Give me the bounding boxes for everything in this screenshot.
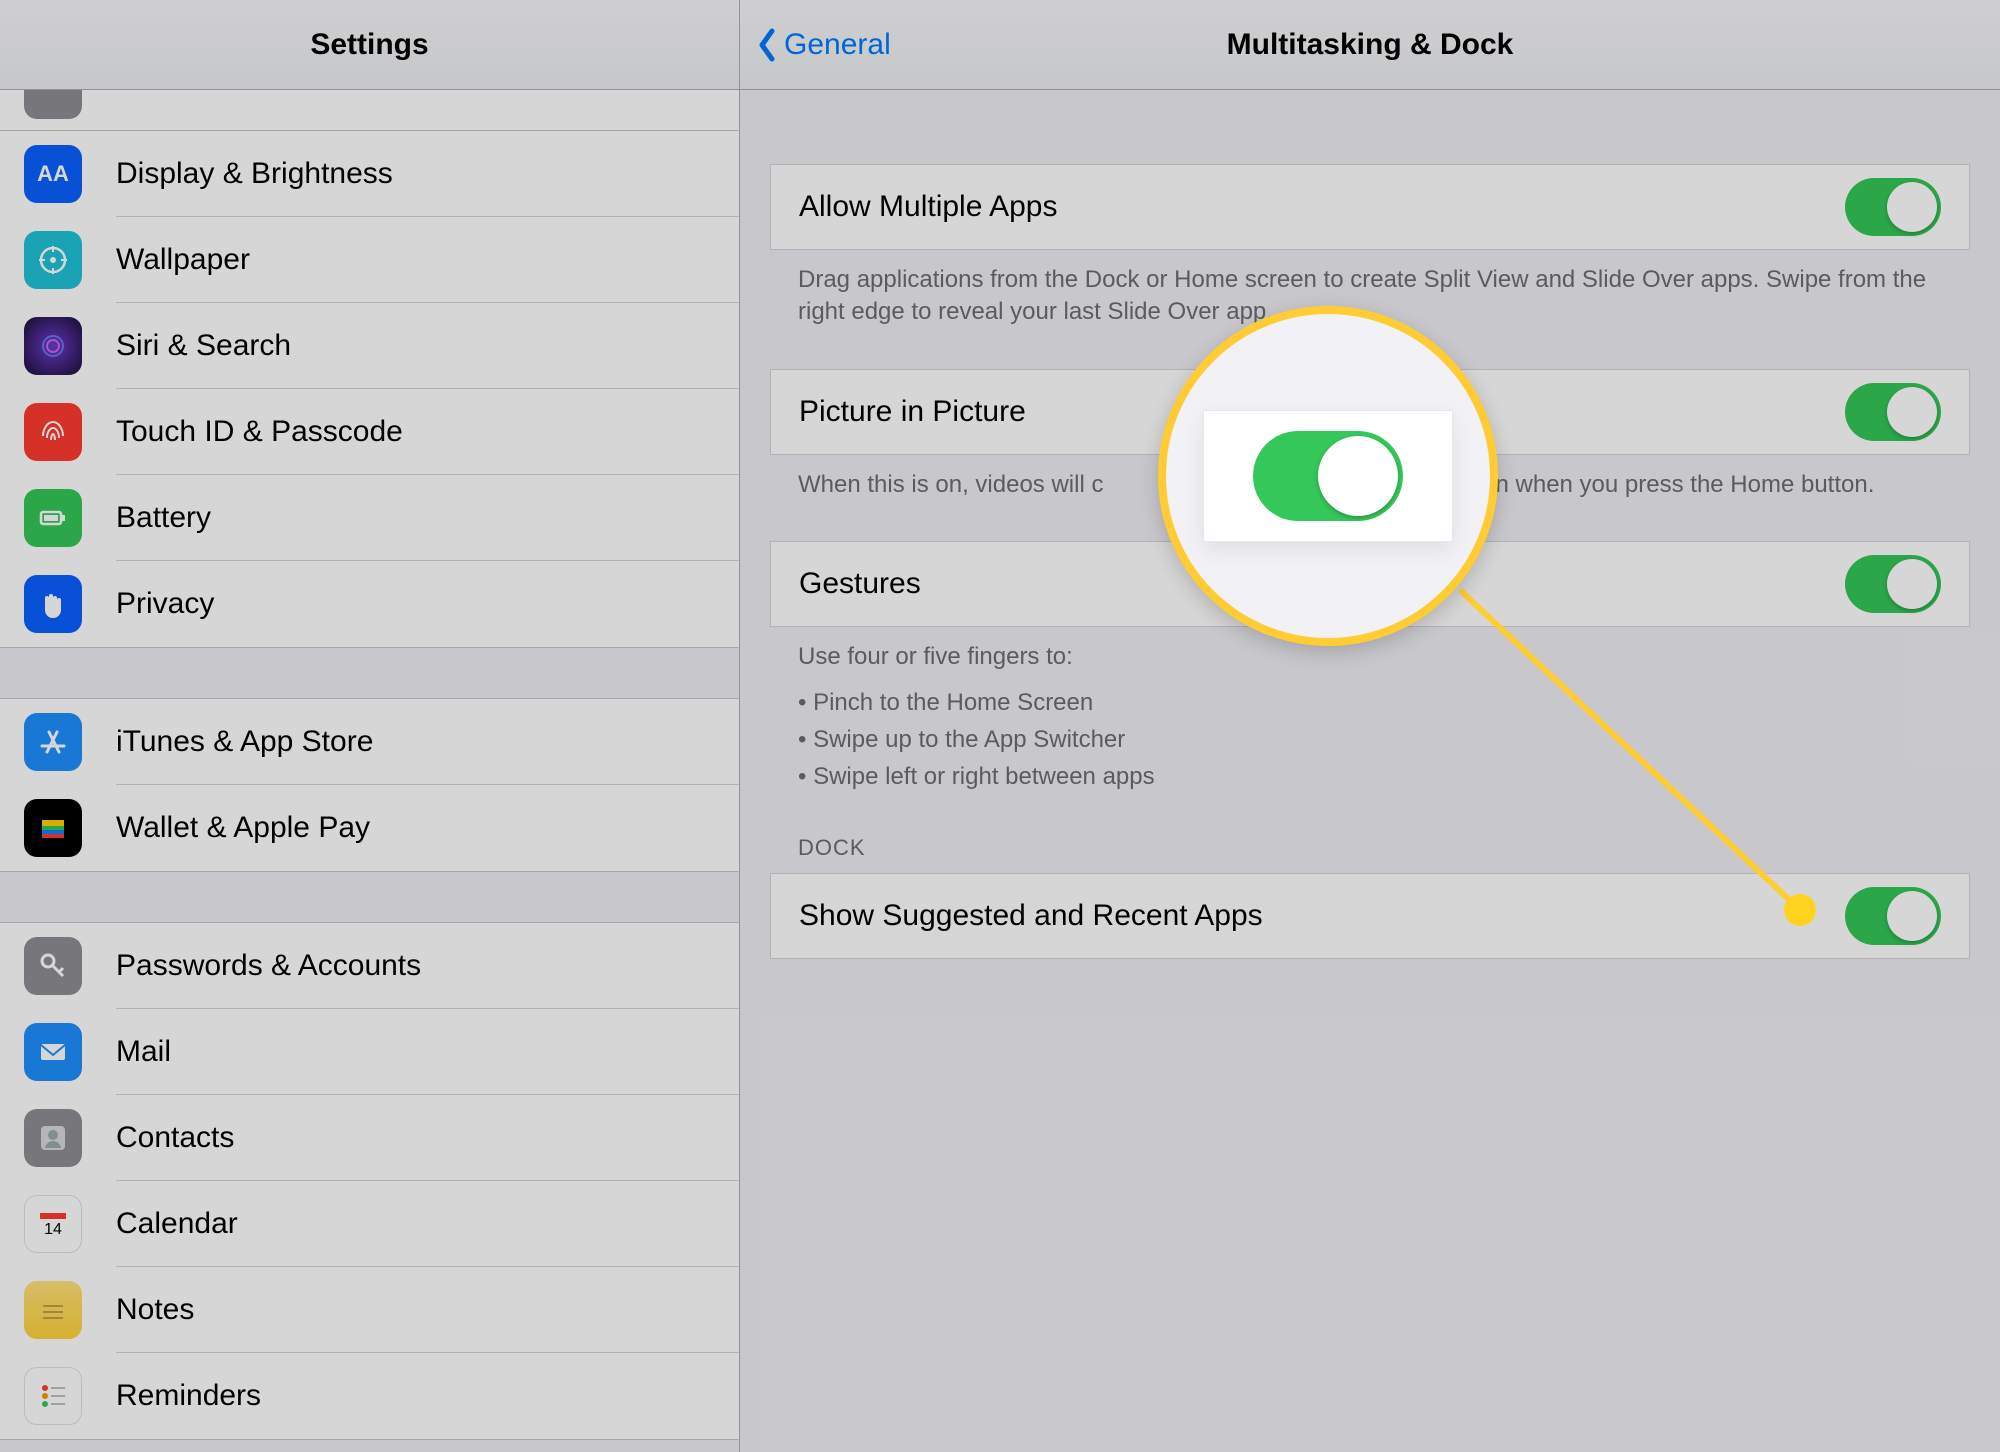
contacts-icon xyxy=(24,1109,82,1167)
svg-text:14: 14 xyxy=(44,1221,62,1238)
allow-multiple-title: Allow Multiple Apps xyxy=(799,190,1057,224)
fingerprint-icon xyxy=(24,403,82,461)
sidebar-header: Settings xyxy=(0,0,739,90)
back-label: General xyxy=(784,28,891,62)
back-button[interactable]: General xyxy=(756,0,891,89)
gestures-title: Gestures xyxy=(799,567,921,601)
sidebar-item-contacts[interactable]: Contacts xyxy=(0,1095,739,1181)
pip-toggle[interactable] xyxy=(1845,383,1941,441)
allow-multiple-group: Allow Multiple Apps xyxy=(770,164,1970,250)
sidebar-item-label: Contacts xyxy=(116,1121,234,1155)
sidebar-item-label: Mail xyxy=(116,1035,171,1069)
gestures-bullets: Pinch to the Home Screen Swipe up to the… xyxy=(770,674,1970,796)
sidebar-item-display[interactable]: AA Display & Brightness xyxy=(0,131,739,217)
sidebar-item-wallet[interactable]: Wallet & Apple Pay xyxy=(0,785,739,871)
calendar-icon: 14 xyxy=(24,1195,82,1253)
suggested-group: Show Suggested and Recent Apps xyxy=(770,873,1970,959)
sidebar-item-label: Reminders xyxy=(116,1379,261,1413)
sidebar-item-privacy[interactable]: Privacy xyxy=(0,561,739,647)
sidebar-item-label: Touch ID & Passcode xyxy=(116,415,403,449)
sidebar-item-touchid[interactable]: Touch ID & Passcode xyxy=(0,389,739,475)
gestures-bullet: Pinch to the Home Screen xyxy=(798,684,1942,721)
appstore-icon xyxy=(24,713,82,771)
suggested-title: Show Suggested and Recent Apps xyxy=(799,899,1263,933)
gestures-bullet: Swipe left or right between apps xyxy=(798,758,1942,795)
detail-title: Multitasking & Dock xyxy=(1227,28,1514,62)
sidebar-item-reminders[interactable]: Reminders xyxy=(0,1353,739,1439)
detail-pane: General Multitasking & Dock Allow Multip… xyxy=(740,0,2000,1452)
callout-magnifier xyxy=(1158,306,1498,646)
pip-title: Picture in Picture xyxy=(799,395,1026,429)
battery-icon xyxy=(24,489,82,547)
sidebar-item-passwords[interactable]: Passwords & Accounts xyxy=(0,923,739,1009)
reminders-icon xyxy=(24,1367,82,1425)
sidebar-item-label: Passwords & Accounts xyxy=(116,949,421,983)
hand-icon xyxy=(24,575,82,633)
sidebar-item-cutoff[interactable] xyxy=(0,90,739,130)
gestures-toggle[interactable] xyxy=(1845,555,1941,613)
sidebar-item-label: iTunes & App Store xyxy=(116,725,373,759)
allow-multiple-toggle[interactable] xyxy=(1845,178,1941,236)
sidebar-title: Settings xyxy=(310,28,428,62)
sidebar-item-label: Wallet & Apple Pay xyxy=(116,811,370,845)
dock-section-label: DOCK xyxy=(770,795,1970,873)
sidebar-item-wallpaper[interactable]: Wallpaper xyxy=(0,217,739,303)
chevron-left-icon xyxy=(756,27,778,63)
notes-icon xyxy=(24,1281,82,1339)
sidebar-item-label: Notes xyxy=(116,1293,194,1327)
callout-toggle xyxy=(1253,431,1403,521)
detail-header: General Multitasking & Dock xyxy=(740,0,2000,90)
mail-icon xyxy=(24,1023,82,1081)
sidebar-item-notes[interactable]: Notes xyxy=(0,1267,739,1353)
key-icon xyxy=(24,937,82,995)
suggested-toggle[interactable] xyxy=(1845,887,1941,945)
wallpaper-icon xyxy=(24,231,82,289)
allow-multiple-cell: Allow Multiple Apps xyxy=(771,165,1969,249)
sidebar-item-label: Privacy xyxy=(116,587,214,621)
sidebar-item-battery[interactable]: Battery xyxy=(0,475,739,561)
sidebar-item-siri[interactable]: Siri & Search xyxy=(0,303,739,389)
display-icon: AA xyxy=(24,145,82,203)
sidebar-item-label: Display & Brightness xyxy=(116,157,393,191)
wallet-icon xyxy=(24,799,82,857)
settings-sidebar: Settings AA Display & Brightness W xyxy=(0,0,740,1452)
generic-icon xyxy=(24,90,82,119)
sidebar-item-label: Battery xyxy=(116,501,211,535)
gestures-bullet: Swipe up to the App Switcher xyxy=(798,721,1942,758)
sidebar-item-label: Calendar xyxy=(116,1207,238,1241)
sidebar-item-calendar[interactable]: 14 Calendar xyxy=(0,1181,739,1267)
sidebar-item-appstore[interactable]: iTunes & App Store xyxy=(0,699,739,785)
suggested-cell: Show Suggested and Recent Apps xyxy=(771,874,1969,958)
siri-icon xyxy=(24,317,82,375)
sidebar-item-label: Siri & Search xyxy=(116,329,291,363)
sidebar-item-mail[interactable]: Mail xyxy=(0,1009,739,1095)
sidebar-item-label: Wallpaper xyxy=(116,243,250,277)
